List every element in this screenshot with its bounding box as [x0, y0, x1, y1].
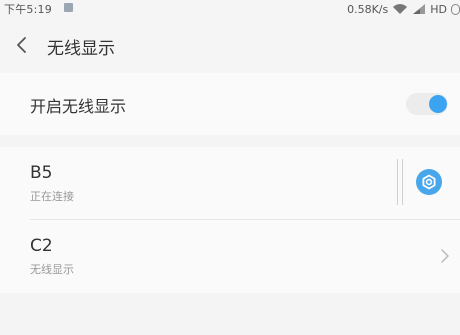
notification-icon	[64, 3, 73, 12]
device-status: 正在连接	[30, 190, 74, 203]
toggle-label: 开启无线显示	[30, 97, 127, 116]
network-type: HD	[430, 2, 447, 16]
page-title: 无线显示	[47, 39, 115, 59]
device-name: C2	[30, 236, 53, 256]
device-name: B5	[30, 163, 53, 183]
device-status: 无线显示	[30, 263, 74, 276]
network-speed: 0.58K/s	[347, 2, 389, 16]
switch-knob	[429, 95, 447, 113]
device-separator	[397, 159, 403, 205]
back-icon[interactable]	[14, 35, 30, 55]
status-indicators: 0.58K/s HD	[347, 1, 460, 17]
device-item-c2[interactable]: C2 无线显示	[0, 220, 460, 292]
wireless-display-switch[interactable]	[406, 93, 448, 115]
wireless-display-toggle-row[interactable]: 开启无线显示	[0, 73, 460, 135]
status-bar: 下午5:19 0.58K/s HD	[0, 0, 460, 18]
device-item-b5[interactable]: B5 正在连接	[0, 147, 460, 219]
signal-icon	[412, 3, 426, 15]
app-header: 无线显示	[0, 18, 460, 73]
wifi-icon	[392, 3, 408, 15]
status-time: 下午5:19	[4, 3, 52, 16]
chevron-right-icon	[440, 248, 450, 264]
battery-icon	[451, 3, 460, 15]
gear-icon[interactable]	[416, 169, 442, 195]
device-list: B5 正在连接 C2 无线显示	[0, 147, 460, 293]
